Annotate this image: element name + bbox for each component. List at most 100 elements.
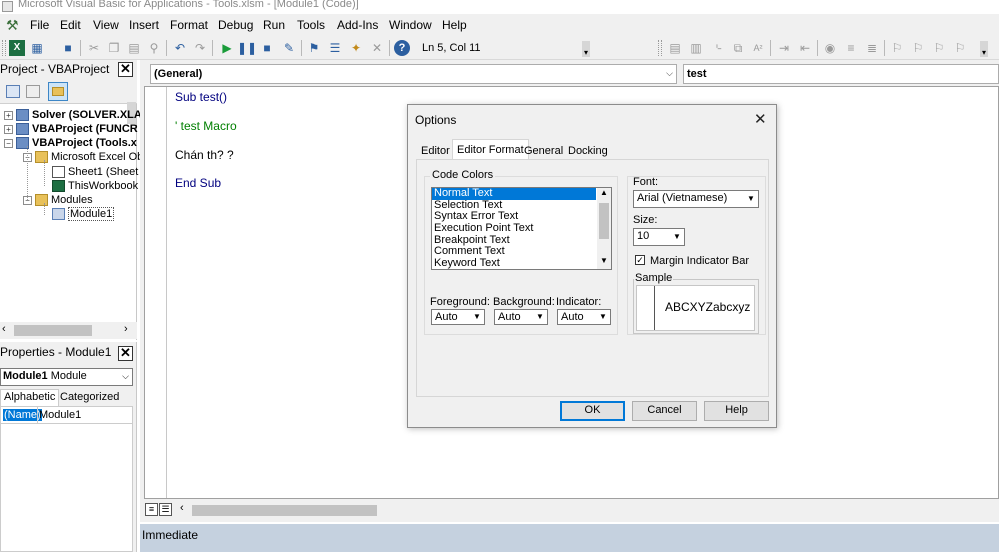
chevron-down-icon[interactable]: ⌵ — [666, 68, 673, 79]
tab-docking[interactable]: Docking — [564, 143, 612, 159]
list-properties-icon[interactable]: ▤ — [667, 40, 683, 56]
code-colors-list[interactable]: Normal Text Selection Text Syntax Error … — [431, 187, 612, 270]
complete-word-icon[interactable]: A² — [750, 40, 766, 56]
find-icon[interactable]: ⚲ — [146, 40, 162, 56]
chevron-down-icon[interactable]: ▼ — [471, 311, 483, 323]
code-line-text[interactable]: Chán th? ? — [175, 148, 234, 162]
indent-icon[interactable]: ⇥ — [776, 40, 792, 56]
scroll-left-icon[interactable]: ‹ — [180, 502, 184, 514]
save-icon[interactable]: ■ — [60, 40, 76, 56]
tree-node-modules[interactable]: − Modules — [23, 193, 93, 207]
list-scrollbar[interactable]: ▲ ▼ — [597, 188, 611, 269]
scroll-right-icon[interactable]: › — [124, 323, 128, 335]
object-browser-icon[interactable]: ✦ — [348, 40, 364, 56]
foreground-select[interactable]: Auto ▼ — [431, 309, 485, 325]
margin-indicator-bar[interactable] — [145, 87, 167, 498]
view-object-icon[interactable] — [26, 85, 40, 98]
scroll-down-icon[interactable]: ▼ — [600, 256, 608, 265]
menu-file[interactable]: File — [30, 18, 49, 32]
copy-icon[interactable]: ❐ — [106, 40, 122, 56]
menu-edit[interactable]: Edit — [60, 18, 81, 32]
ok-button[interactable]: OK — [560, 401, 625, 421]
properties-window-icon[interactable]: ☰ — [327, 40, 343, 56]
uncomment-block-icon[interactable]: ≣ — [864, 40, 880, 56]
code-line-sub[interactable]: Sub test() — [175, 90, 227, 104]
immediate-window[interactable]: Immediate — [140, 524, 999, 552]
break-icon[interactable]: ❚❚ — [237, 40, 257, 56]
tab-editor-format[interactable]: Editor Format — [452, 139, 529, 160]
parameter-info-icon[interactable]: ⧉ — [730, 40, 746, 56]
object-combo[interactable]: (General) ⌵ — [150, 64, 677, 84]
procedure-combo[interactable]: test — [683, 64, 999, 84]
next-bookmark-icon[interactable]: ⚐ — [910, 40, 926, 56]
tree-node-tools[interactable]: − VBAProject (Tools.x — [4, 136, 137, 150]
tree-node-thisworkbook[interactable]: ThisWorkbook — [52, 179, 138, 193]
run-icon[interactable]: ▶ — [219, 40, 235, 56]
tree-node-funcr[interactable]: + VBAProject (FUNCR — [4, 122, 138, 136]
cancel-button[interactable]: Cancel — [632, 401, 697, 421]
menu-debug[interactable]: Debug — [218, 18, 253, 32]
design-mode-icon[interactable]: ✎ — [281, 40, 297, 56]
font-select[interactable]: Arial (Vietnamese) ▼ — [633, 190, 759, 208]
code-line-end-sub[interactable]: End Sub — [175, 176, 221, 190]
scroll-thumb[interactable] — [192, 505, 377, 516]
edit-toolbar-overflow-icon[interactable]: ▾ — [980, 41, 988, 57]
help-button[interactable]: Help — [704, 401, 769, 421]
list-item[interactable]: Keyword Text — [432, 257, 611, 269]
code-hscrollbar[interactable]: ≡ ☰ ‹ — [144, 501, 999, 519]
list-item[interactable]: Normal Text — [432, 188, 596, 200]
redo-icon[interactable]: ↷ — [192, 40, 208, 56]
tab-categorized[interactable]: Categorized — [57, 390, 122, 406]
menu-format[interactable]: Format — [170, 18, 208, 32]
toolbar-grip[interactable] — [2, 40, 6, 56]
expand-icon[interactable]: + — [4, 110, 13, 120]
menu-insert[interactable]: Insert — [129, 18, 159, 32]
expand-icon[interactable]: + — [4, 124, 13, 134]
view-excel-icon[interactable]: X — [9, 40, 25, 56]
close-icon[interactable]: ✕ — [118, 346, 133, 361]
chevron-down-icon[interactable]: ▼ — [671, 231, 683, 243]
comment-block-icon[interactable]: ≡ — [843, 40, 859, 56]
previous-bookmark-icon[interactable]: ⚐ — [931, 40, 947, 56]
menu-window[interactable]: Window — [389, 18, 432, 32]
property-name[interactable]: (Name) — [3, 409, 42, 421]
view-code-icon[interactable] — [6, 85, 20, 98]
toolbox-icon[interactable]: ✕ — [369, 40, 385, 56]
chevron-down-icon[interactable]: ▼ — [597, 311, 609, 323]
tree-node-module1[interactable]: Module1 — [52, 207, 115, 221]
tab-general[interactable]: General — [520, 143, 567, 159]
full-module-view-icon[interactable]: ☰ — [159, 503, 172, 516]
list-constants-icon[interactable]: ▥ — [688, 40, 704, 56]
tree-node-sheet1[interactable]: Sheet1 (Sheet — [52, 165, 138, 179]
close-icon[interactable]: ✕ — [118, 62, 133, 77]
paste-icon[interactable]: ▤ — [126, 40, 142, 56]
clear-bookmarks-icon[interactable]: ⚐ — [952, 40, 968, 56]
procedure-view-icon[interactable]: ≡ — [145, 503, 158, 516]
help-icon[interactable]: ? — [394, 40, 410, 56]
menu-run[interactable]: Run — [263, 18, 285, 32]
scroll-up-icon[interactable]: ▲ — [600, 188, 608, 197]
chevron-down-icon[interactable]: ▼ — [534, 311, 546, 323]
menu-tools[interactable]: Tools — [297, 18, 325, 32]
tab-editor[interactable]: Editor — [417, 143, 454, 159]
chevron-down-icon[interactable]: ⌵ — [122, 371, 129, 382]
edit-toolbar-grip[interactable] — [658, 40, 662, 56]
margin-indicator-checkbox[interactable]: ✓ — [635, 255, 645, 265]
outdent-icon[interactable]: ⇤ — [797, 40, 813, 56]
reset-icon[interactable]: ■ — [259, 40, 275, 56]
collapse-icon[interactable]: − — [4, 138, 13, 148]
size-select[interactable]: 10 ▼ — [633, 228, 685, 246]
scroll-left-icon[interactable]: ‹ — [2, 323, 6, 335]
tab-alphabetic[interactable]: Alphabetic — [0, 389, 60, 406]
vba-tools-icon[interactable]: ⚒ — [6, 17, 19, 34]
cut-icon[interactable]: ✂ — [86, 40, 102, 56]
list-item[interactable]: Execution Point Text — [432, 222, 611, 235]
quick-info-icon[interactable]: ⌎ — [709, 40, 725, 56]
code-line-comment[interactable]: ' test Macro — [175, 119, 237, 133]
tree-node-excel-objects[interactable]: − Microsoft Excel Ob — [23, 150, 143, 164]
toggle-breakpoint-icon[interactable]: ◉ — [822, 40, 838, 56]
menu-view[interactable]: View — [93, 18, 119, 32]
menu-addins[interactable]: Add-Ins — [337, 18, 378, 32]
project-explorer-icon[interactable]: ⚑ — [306, 40, 322, 56]
project-hscrollbar[interactable]: ‹ › — [0, 322, 137, 339]
